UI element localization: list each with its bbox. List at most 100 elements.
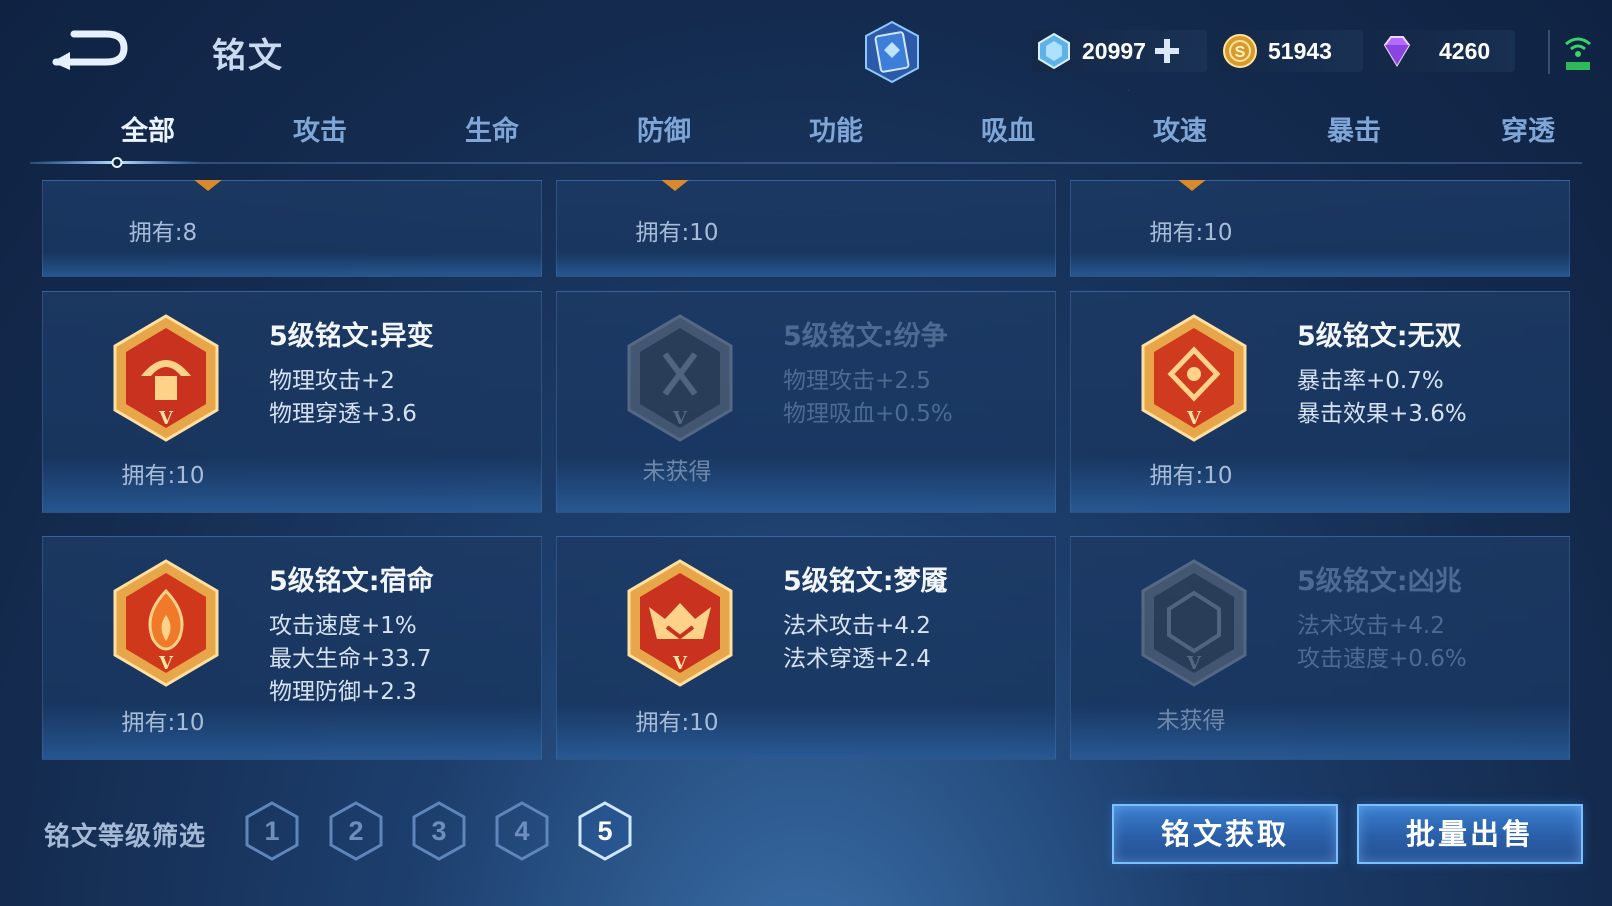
tab-utility[interactable]: 功能 (766, 108, 906, 160)
add-currency-icon[interactable] (1152, 36, 1182, 66)
inscription-card-suming[interactable]: V 5级铭文:宿命 攻击速度+1% 最大生命+33.7 物理防御+2.3 拥有:… (42, 536, 542, 760)
inscription-stat: 最大生命+33.7 (269, 646, 432, 672)
not-obtained-label: 未获得 (1156, 708, 1226, 734)
inscription-name: 5级铭文:异变 (269, 321, 434, 352)
level-filter-5[interactable]: 5 (577, 800, 633, 862)
inscription-stat: 法术穿透+2.4 (783, 646, 931, 672)
page-title: 铭文 (212, 36, 284, 76)
inscription-stat: 物理攻击+2 (269, 368, 395, 394)
level-filter-3[interactable]: 3 (411, 800, 467, 862)
tab-attack-speed[interactable]: 攻速 (1110, 108, 1250, 160)
inscription-gem-icon (1178, 180, 1206, 191)
inscription-info: 5级铭文:凶兆 法术攻击+4.2 攻击速度+0.6% (1297, 559, 1467, 676)
wifi-signal-icon (1565, 37, 1591, 70)
owned-count: 拥有:10 (121, 710, 205, 736)
inscription-card-mengyan[interactable]: V 5级铭文:梦魇 法术攻击+4.2 法术穿透+2.4 拥有:10 (556, 536, 1056, 760)
inscription-stat: 暴击效果+3.6% (1297, 401, 1467, 427)
inscription-stat: 物理攻击+2.5 (783, 368, 931, 394)
inscription-name: 5级铭文:凶兆 (1297, 566, 1462, 597)
gold-coin-value: 51943 (1268, 37, 1332, 64)
inscription-stat: 攻击速度+0.6% (1297, 646, 1467, 672)
inscription-card[interactable]: 拥有:10 (1070, 180, 1570, 277)
svg-text:V: V (672, 408, 688, 429)
inscription-gem-icon: V (627, 314, 733, 442)
inscription-info: 5级铭文:异变 物理攻击+2 物理穿透+3.6 (269, 314, 434, 431)
level-number: 2 (348, 816, 364, 846)
diamond-coupon-icon (1038, 32, 1070, 70)
owned-count: 拥有:10 (635, 220, 719, 246)
level-number: 4 (514, 816, 530, 846)
tab-lifesteal[interactable]: 吸血 (938, 108, 1078, 160)
inscription-gem-icon: V (113, 559, 219, 687)
diamond-coupon-value: 20997 (1082, 37, 1146, 64)
inscription-name: 5级铭文:宿命 (269, 566, 434, 597)
purple-gem-icon (1383, 36, 1411, 67)
level-filter-2[interactable]: 2 (328, 800, 384, 862)
inscription-stat: 法术攻击+4.2 (783, 613, 931, 639)
inscription-card-yibian[interactable]: V 5级铭文:异变 物理攻击+2 物理穿透+3.6 拥有:10 (42, 291, 542, 513)
inscription-card[interactable]: 拥有:8 (42, 180, 542, 277)
inscription-stat: 暴击率+0.7% (1297, 368, 1444, 394)
category-tabs: 全部 攻击 生命 防御 功能 吸血 攻速 暴击 穿透 (30, 108, 1582, 166)
gold-coin-icon: S (1223, 34, 1257, 68)
diamond-coupon-counter: 20997 (1032, 30, 1207, 72)
inscription-gem-icon: V (1141, 314, 1247, 442)
svg-text:V: V (672, 653, 688, 674)
level-filter-1[interactable]: 1 (244, 800, 300, 862)
svg-text:V: V (1186, 653, 1202, 674)
svg-text:V: V (1186, 408, 1202, 429)
bulk-sell-button[interactable]: 批量出售 (1357, 804, 1583, 864)
level-number: 3 (431, 816, 447, 846)
top-bar: 铭文 20997 S 51943 4260 (0, 0, 1612, 100)
inscription-stat: 物理穿透+3.6 (269, 401, 417, 427)
owned-count: 拥有:10 (121, 463, 205, 489)
svg-text:V: V (158, 408, 174, 429)
inscription-stat: 物理防御+2.3 (269, 679, 417, 705)
inscription-info: 5级铭文:无双 暴击率+0.7% 暴击效果+3.6% (1297, 314, 1467, 431)
level-filter-label: 铭文等级筛选 (44, 822, 207, 852)
tab-critical[interactable]: 暴击 (1284, 108, 1424, 160)
obtain-inscription-button[interactable]: 铭文获取 (1112, 804, 1338, 864)
gold-coin-counter: S 51943 (1218, 30, 1363, 72)
inscription-name: 5级铭文:梦魇 (783, 566, 948, 597)
back-button[interactable] (48, 24, 134, 74)
inscription-card-fenzheng[interactable]: V 5级铭文:纷争 物理攻击+2.5 物理吸血+0.5% 未获得 (556, 291, 1056, 513)
inscription-gem-icon: V (627, 559, 733, 687)
inscription-stat: 法术攻击+4.2 (1297, 613, 1445, 639)
inscription-gem-icon (661, 180, 689, 191)
owned-count: 拥有:10 (635, 710, 719, 736)
inscription-info: 5级铭文:梦魇 法术攻击+4.2 法术穿透+2.4 (783, 559, 948, 676)
inscription-stat: 攻击速度+1% (269, 613, 417, 639)
inscription-info: 5级铭文:宿命 攻击速度+1% 最大生命+33.7 物理防御+2.3 (269, 559, 434, 709)
tab-all[interactable]: 全部 (78, 108, 218, 160)
inscription-gem-icon: V (113, 314, 219, 442)
inscription-card-xiongzhao[interactable]: V 5级铭文:凶兆 法术攻击+4.2 攻击速度+0.6% 未获得 (1070, 536, 1570, 760)
header-divider (1548, 30, 1550, 74)
owned-count: 拥有:10 (1149, 220, 1233, 246)
tab-attack[interactable]: 攻击 (250, 108, 390, 160)
svg-text:V: V (158, 653, 174, 674)
svg-text:S: S (1235, 44, 1246, 61)
back-arrow-icon (52, 30, 128, 70)
inscription-card-wushuang[interactable]: V 5级铭文:无双 暴击率+0.7% 暴击效果+3.6% 拥有:10 (1070, 291, 1570, 513)
inscription-card[interactable]: 拥有:10 (556, 180, 1056, 277)
inscription-book-icon[interactable] (862, 20, 922, 84)
tab-health[interactable]: 生命 (422, 108, 562, 160)
owned-count: 拥有:10 (1149, 463, 1233, 489)
inscription-grid: 拥有:8 拥有:10 拥有:10 V 5级铭文:异变 物理攻击+2 物理穿透+3… (0, 180, 1612, 760)
inscription-gem-icon (194, 180, 222, 191)
active-tab-indicator (32, 157, 202, 168)
inscription-gem-icon: V (1141, 559, 1247, 687)
level-filter-4[interactable]: 4 (494, 800, 550, 862)
owned-count: 拥有:8 (128, 220, 198, 246)
tab-penetration[interactable]: 穿透 (1458, 108, 1598, 160)
inscription-name: 5级铭文:无双 (1297, 321, 1462, 352)
inscription-stat: 物理吸血+0.5% (783, 401, 953, 427)
tabs-divider (30, 162, 1582, 164)
not-obtained-label: 未获得 (642, 459, 712, 485)
inscription-info: 5级铭文:纷争 物理攻击+2.5 物理吸血+0.5% (783, 314, 953, 431)
purple-gem-counter: 4260 (1375, 30, 1515, 72)
level-number: 1 (264, 816, 280, 846)
tab-defense[interactable]: 防御 (594, 108, 734, 160)
bottom-bar: 铭文等级筛选 1 2 3 4 5 铭文获取 批量出售 (0, 780, 1612, 906)
